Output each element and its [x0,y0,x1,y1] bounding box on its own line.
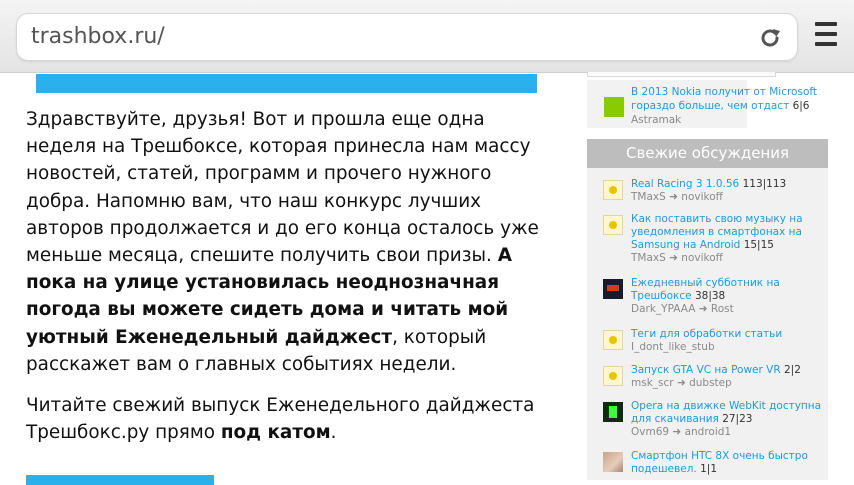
post-author[interactable]: Ovm69 [631,426,669,438]
reload-icon[interactable] [757,25,783,51]
comment-count: 113|113 [742,178,787,190]
arrow-icon: ➜ [669,191,678,203]
last-commenter[interactable]: dubstep [689,377,732,389]
post-author[interactable]: TMaxS [631,191,666,203]
arrow-icon: ➜ [698,303,708,315]
post-link[interactable]: Запуск GTA VC на Power VR [631,364,781,376]
post-thumbnail [603,452,623,472]
article-paragraph: Здравствуйте, друзья! Вот и прошла еще о… [26,106,556,378]
comment-count: 1|1 [700,463,718,475]
arrow-icon: ➜ [672,426,682,438]
article-bottom-banner [26,475,214,485]
post-thumbnail [603,279,623,299]
paragraph-text: Здравствуйте, друзья! Вот и прошла еще о… [26,109,539,267]
post-author[interactable]: Dark_YPAAA [631,303,695,315]
discussions-list: Real Racing 3 1.0.56 113|113 TMaxS ➜ novi… [587,168,828,480]
post-author[interactable]: I_dont_like_stub [631,341,715,353]
last-commenter[interactable]: android1 [685,426,732,438]
last-commenter[interactable]: Rost [711,303,734,315]
address-bar[interactable]: trashbox.ru/ [16,13,798,61]
hamburger-menu-icon[interactable] [815,22,837,50]
post-author[interactable]: Astramak [631,114,681,126]
arrow-icon: ➜ [676,377,686,389]
browser-toolbar: trashbox.ru/ [0,0,854,73]
comment-count: 6|6 [792,100,810,112]
post-link[interactable]: В 2013 Nokia получит от Microsoft горазд… [631,86,817,112]
arrow-icon: ➜ [669,252,678,264]
sidebar-box-edge [587,72,776,77]
comment-count: 2|2 [783,364,801,376]
section-header: Свежие обсуждения [587,139,828,168]
article-body: Здравствуйте, друзья! Вот и прошла еще о… [26,106,556,460]
post-author[interactable]: TMaxS [631,252,666,264]
post-thumbnail [603,215,623,235]
read-more-link[interactable]: под катом [221,422,331,443]
comment-count: 38|38 [694,290,726,302]
post-link[interactable]: Как поставить свою музыку на уведомления… [631,213,803,251]
comment-count: 15|15 [743,239,774,251]
post-thumbnail [603,180,623,200]
article-image-banner [36,74,537,93]
url-text[interactable]: trashbox.ru/ [31,24,165,49]
post-thumbnail [603,402,623,422]
list-item-text: В 2013 Nokia получит от Microsoft горазд… [631,85,831,127]
article-paragraph: Читайте свежий выпуск Еженедельного дайд… [26,392,556,446]
post-link[interactable]: Смартфон HTC 8X очень быстро подешевел. [631,450,808,475]
post-link[interactable]: Теги для обработки статьи [631,328,782,340]
sidebar: В 2013 Nokia получит от Microsoft горазд… [587,72,828,480]
last-commenter[interactable]: novikoff [681,191,723,203]
post-author[interactable]: msk_scr [631,377,674,389]
comment-count: 27|23 [722,413,753,425]
post-thumbnail [603,366,623,386]
paragraph-text: . [330,422,337,444]
post-link[interactable]: Real Racing 3 1.0.56 [631,178,739,190]
post-thumbnail [603,330,623,350]
last-commenter[interactable]: novikoff [681,252,723,264]
post-thumbnail [604,97,624,117]
